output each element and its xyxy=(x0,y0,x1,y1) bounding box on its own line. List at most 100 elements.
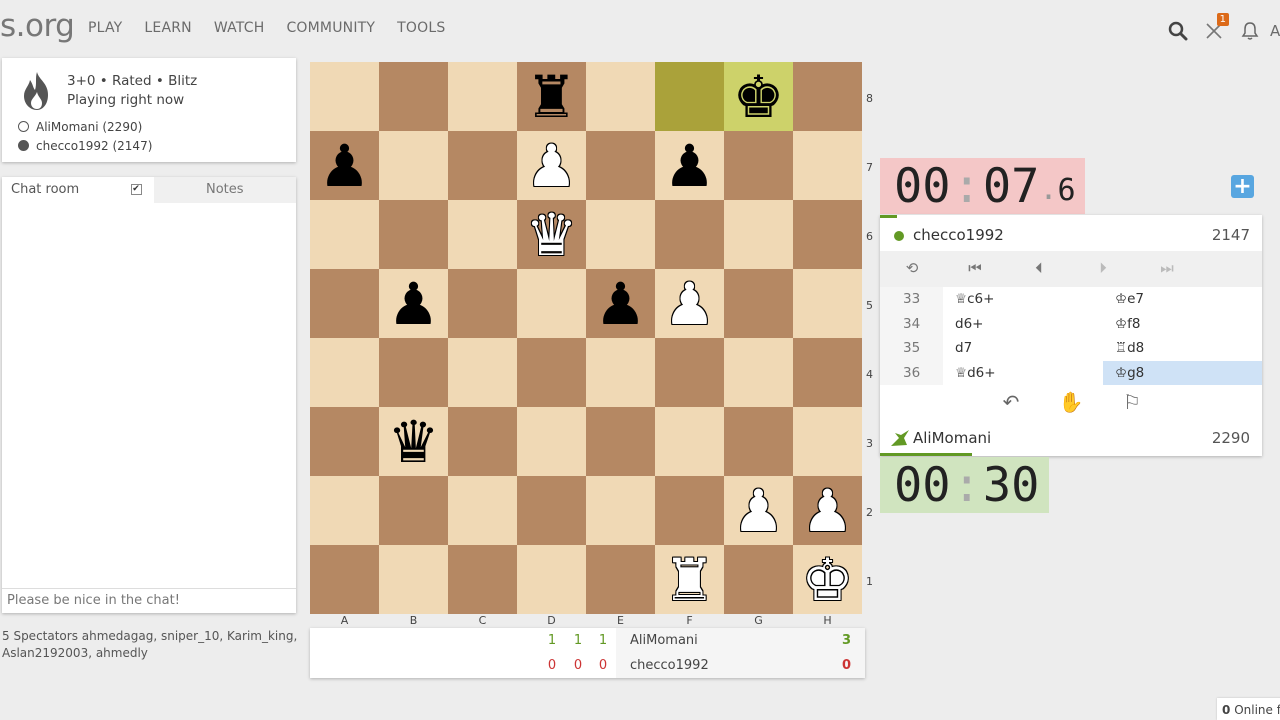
tab-notes[interactable]: Notes xyxy=(153,177,296,203)
white-move[interactable]: ♕c6+ xyxy=(943,287,1103,312)
square-h7[interactable] xyxy=(793,131,862,200)
black-pawn-piece[interactable]: ♟ xyxy=(319,137,371,195)
square-e4[interactable] xyxy=(586,338,655,407)
black-player-entry[interactable]: checco1992 (2147) xyxy=(18,136,152,155)
square-b3[interactable]: ♛ xyxy=(379,407,448,476)
square-g4[interactable] xyxy=(724,338,793,407)
score-cell[interactable]: 1 xyxy=(571,633,585,648)
square-g6[interactable] xyxy=(724,200,793,269)
square-f2[interactable] xyxy=(655,476,724,545)
square-d7[interactable]: ♟ xyxy=(517,131,586,200)
last-move-icon[interactable]: ⏭ xyxy=(1156,259,1178,279)
square-f7[interactable]: ♟ xyxy=(655,131,724,200)
square-c2[interactable] xyxy=(448,476,517,545)
black-move[interactable]: ♖d8 xyxy=(1103,336,1262,361)
square-h6[interactable] xyxy=(793,200,862,269)
resign-flag-icon[interactable]: ⚐ xyxy=(1119,390,1145,414)
square-c6[interactable] xyxy=(448,200,517,269)
white-pawn-piece[interactable]: ♟ xyxy=(733,482,785,540)
white-pawn-piece[interactable]: ♟ xyxy=(664,275,716,333)
search-icon[interactable] xyxy=(1165,16,1191,46)
square-b6[interactable] xyxy=(379,200,448,269)
offer-draw-icon[interactable]: ✋ xyxy=(1058,390,1084,414)
black-queen-piece[interactable]: ♛ xyxy=(388,413,440,471)
square-d3[interactable] xyxy=(517,407,586,476)
square-c8[interactable] xyxy=(448,62,517,131)
square-a3[interactable] xyxy=(310,407,379,476)
white-player-entry[interactable]: AliMomani (2290) xyxy=(18,117,152,136)
square-c5[interactable] xyxy=(448,269,517,338)
square-b7[interactable] xyxy=(379,131,448,200)
nav-play[interactable]: PLAY xyxy=(88,20,122,36)
user-menu-letter[interactable]: A xyxy=(1270,16,1280,46)
square-f3[interactable] xyxy=(655,407,724,476)
chat-input[interactable]: Please be nice in the chat! xyxy=(2,588,296,613)
square-g5[interactable] xyxy=(724,269,793,338)
square-c4[interactable] xyxy=(448,338,517,407)
square-b1[interactable] xyxy=(379,545,448,614)
bottom-player-name[interactable]: AliMomani xyxy=(913,429,991,447)
white-pawn-piece[interactable]: ♟ xyxy=(802,482,854,540)
square-b4[interactable] xyxy=(379,338,448,407)
next-move-icon[interactable]: ⏵ xyxy=(1092,259,1114,279)
black-move-current[interactable]: ♔g8 xyxy=(1103,360,1262,385)
square-h3[interactable] xyxy=(793,407,862,476)
square-a5[interactable] xyxy=(310,269,379,338)
prev-move-icon[interactable]: ⏴ xyxy=(1028,259,1050,279)
crosstable-player-name[interactable]: AliMomani 3 xyxy=(616,628,865,653)
square-e2[interactable] xyxy=(586,476,655,545)
score-cell[interactable]: 0 xyxy=(545,658,559,673)
square-g8[interactable]: ♚ xyxy=(724,62,793,131)
crossed-swords-icon[interactable]: 1 xyxy=(1201,13,1229,46)
nav-community[interactable]: COMMUNITY xyxy=(286,20,375,36)
square-a2[interactable] xyxy=(310,476,379,545)
white-move[interactable]: ♕d6+ xyxy=(943,361,1103,386)
nav-tools[interactable]: TOOLS xyxy=(397,20,445,36)
online-friends-bar[interactable]: 0 Online fr xyxy=(1217,698,1280,720)
square-c3[interactable] xyxy=(448,407,517,476)
site-logo[interactable]: s.org xyxy=(0,8,75,44)
black-king-piece[interactable]: ♚ xyxy=(733,68,785,126)
square-g3[interactable] xyxy=(724,407,793,476)
first-move-icon[interactable]: ⏮ xyxy=(964,259,986,279)
white-move[interactable]: d6+ xyxy=(943,312,1103,337)
nav-learn[interactable]: LEARN xyxy=(144,20,191,36)
square-c1[interactable] xyxy=(448,545,517,614)
square-e8[interactable] xyxy=(586,62,655,131)
square-f8[interactable] xyxy=(655,62,724,131)
square-h5[interactable] xyxy=(793,269,862,338)
add-time-button[interactable]: + xyxy=(1231,175,1254,198)
top-player-name[interactable]: checco1992 xyxy=(913,226,1004,244)
tab-chat-room[interactable]: Chat room ✔ xyxy=(2,177,154,203)
square-h8[interactable] xyxy=(793,62,862,131)
square-f4[interactable] xyxy=(655,338,724,407)
square-f1[interactable]: ♜ xyxy=(655,545,724,614)
bell-icon[interactable] xyxy=(1237,16,1263,46)
square-h2[interactable]: ♟ xyxy=(793,476,862,545)
score-cell[interactable]: 1 xyxy=(545,633,559,648)
black-pawn-piece[interactable]: ♟ xyxy=(388,275,440,333)
black-pawn-piece[interactable]: ♟ xyxy=(595,275,647,333)
nav-watch[interactable]: WATCH xyxy=(214,20,265,36)
square-d5[interactable] xyxy=(517,269,586,338)
square-g7[interactable] xyxy=(724,131,793,200)
score-cell[interactable]: 1 xyxy=(596,633,610,648)
square-d1[interactable] xyxy=(517,545,586,614)
square-h1[interactable]: ♚ xyxy=(793,545,862,614)
square-b8[interactable] xyxy=(379,62,448,131)
black-move[interactable]: ♔e7 xyxy=(1103,287,1262,312)
chess-board[interactable]: ♜ ♚ ♟ ♟ ♟ ♛ ♟ ♟ ♟ ♛ ♟ ♟ ♜ ♚ xyxy=(310,62,862,614)
square-a6[interactable] xyxy=(310,200,379,269)
chat-toggle-checkbox[interactable]: ✔ xyxy=(130,184,142,195)
square-e3[interactable] xyxy=(586,407,655,476)
square-d8[interactable]: ♜ xyxy=(517,62,586,131)
takeback-icon[interactable]: ↶ xyxy=(998,390,1024,414)
white-rook-piece[interactable]: ♜ xyxy=(664,551,716,609)
square-g2[interactable]: ♟ xyxy=(724,476,793,545)
white-pawn-piece[interactable]: ♟ xyxy=(526,137,578,195)
square-e7[interactable] xyxy=(586,131,655,200)
crosstable-player-name[interactable]: checco1992 0 xyxy=(616,653,865,678)
square-d2[interactable] xyxy=(517,476,586,545)
square-e5[interactable]: ♟ xyxy=(586,269,655,338)
square-d4[interactable] xyxy=(517,338,586,407)
